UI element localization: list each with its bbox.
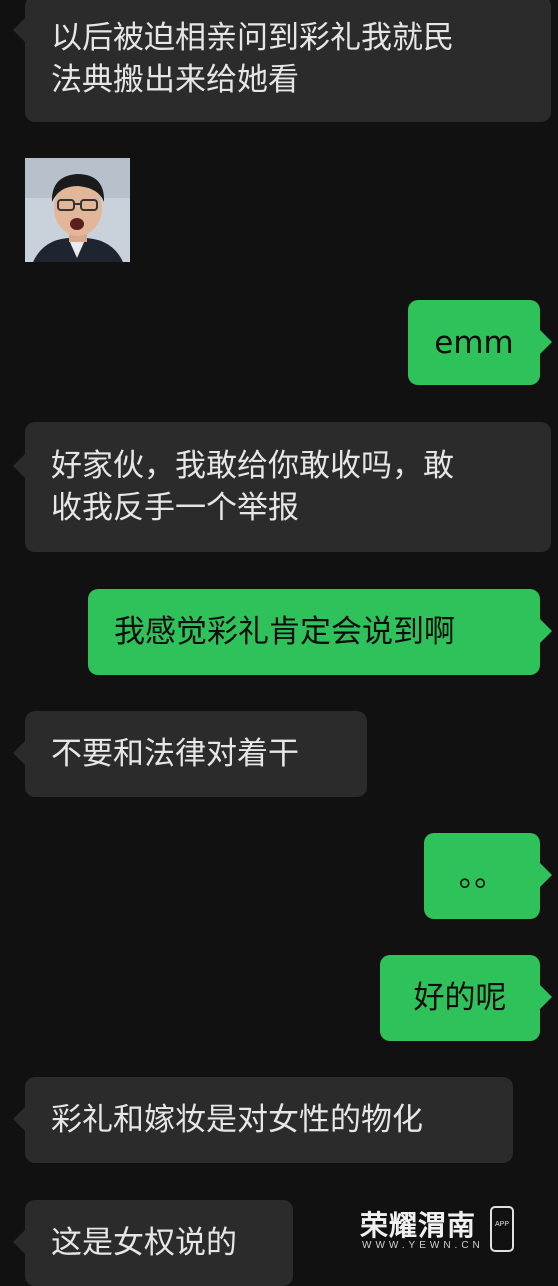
message-text: 不要和法律对着干: [51, 736, 299, 772]
message-text: 以后被迫相亲问到彩礼我就民 法典搬出来给她看: [51, 17, 454, 101]
message-text: 好的呢: [413, 980, 507, 1016]
message-text: 彩礼和嫁妆是对女性的物化: [51, 1102, 423, 1138]
message-bubble-outgoing[interactable]: 好的呢: [380, 955, 552, 1041]
watermark-logo: 荣耀渭南 WWW.YEWN.CN APP: [358, 1204, 528, 1262]
watermark-badge: APP: [494, 1221, 509, 1228]
sticker-image[interactable]: [25, 158, 130, 262]
message-text: 我感觉彩礼肯定会说到啊: [114, 614, 455, 650]
chat-window: 以后被迫相亲问到彩礼我就民 法典搬出来给她看 emm 好家伙，我敢给你敢收吗，敢…: [0, 0, 558, 1286]
message-bubble-incoming[interactable]: 不要和法律对着干: [13, 711, 367, 797]
message-line: 以后被迫相亲问到彩礼我就民: [51, 20, 454, 56]
phone-icon: APP: [490, 1206, 514, 1252]
message-text: 这是女权说的: [51, 1225, 237, 1261]
message-bubble-incoming[interactable]: 彩礼和嫁妆是对女性的物化: [13, 1077, 513, 1163]
message-text: 。。: [458, 858, 506, 894]
message-text: 好家伙，我敢给你敢收吗，敢 收我反手一个举报: [51, 445, 454, 529]
man-shouting-sticker-icon: [25, 158, 130, 262]
message-bubble-incoming[interactable]: 以后被迫相亲问到彩礼我就民 法典搬出来给她看: [13, 0, 551, 122]
message-line: 好家伙，我敢给你敢收吗，敢: [51, 448, 454, 484]
message-bubble-outgoing[interactable]: emm: [408, 300, 552, 385]
watermark-subtitle: WWW.YEWN.CN: [362, 1240, 484, 1251]
message-line: 法典搬出来给她看: [51, 62, 299, 98]
message-bubble-incoming[interactable]: 好家伙，我敢给你敢收吗，敢 收我反手一个举报: [13, 422, 551, 552]
message-text: emm: [434, 324, 514, 361]
watermark-title: 荣耀渭南: [360, 1209, 477, 1242]
message-line: 收我反手一个举报: [51, 490, 299, 526]
message-bubble-incoming[interactable]: 这是女权说的: [13, 1200, 293, 1286]
message-bubble-outgoing[interactable]: 我感觉彩礼肯定会说到啊: [88, 589, 552, 675]
message-bubble-outgoing[interactable]: 。。: [424, 833, 552, 919]
